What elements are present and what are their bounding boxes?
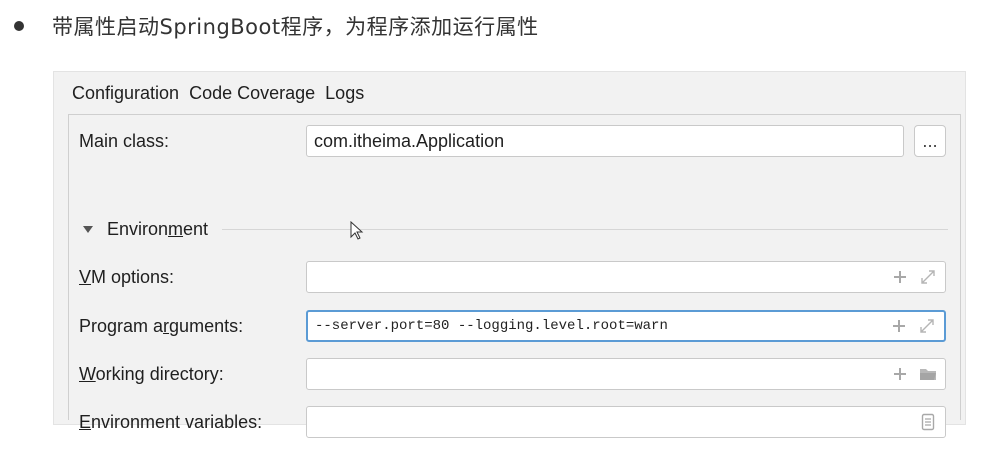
vm-options-row-content: VM options: (69, 260, 962, 294)
plus-icon[interactable] (890, 317, 908, 335)
vm-options-label: VM options: (79, 266, 175, 287)
program-arguments-label: Program arguments: (79, 315, 244, 336)
mouse-cursor-icon (350, 220, 364, 245)
main-class-browse-button[interactable]: ... (914, 125, 946, 157)
bullet-dot-icon (14, 21, 24, 31)
working-directory-row: Working directory: (69, 357, 962, 391)
working-directory-icons (891, 359, 937, 389)
vm-options-row (69, 220, 962, 254)
vm-options-input[interactable] (306, 261, 946, 293)
config-tabs: Configuration Code Coverage Logs (69, 79, 374, 118)
main-class-value: com.itheima.Application (314, 130, 505, 151)
tab-code-coverage[interactable]: Code Coverage (189, 83, 315, 110)
plus-icon[interactable] (891, 268, 909, 286)
main-class-label: Main class: (79, 130, 170, 151)
environment-variables-input[interactable] (306, 406, 946, 438)
vm-options-icons (891, 262, 937, 292)
program-arguments-input[interactable]: --server.port=80 --logging.level.root=wa… (306, 310, 946, 342)
expand-icon[interactable] (919, 268, 937, 286)
environment-variables-label: Environment variables: (79, 411, 263, 432)
document-icon[interactable] (919, 413, 937, 431)
tab-configuration[interactable]: Configuration (69, 83, 182, 118)
main-class-field[interactable]: com.itheima.Application (306, 125, 904, 157)
slide-bullet: 带属性启动SpringBoot程序，为程序添加运行属性 (14, 8, 539, 44)
expand-icon[interactable] (918, 317, 936, 335)
program-arguments-row: Program arguments: --server.port=80 --lo… (69, 309, 962, 343)
main-class-row: Main class: com.itheima.Application ... (69, 124, 962, 158)
configuration-form: Main class: com.itheima.Application ... … (68, 114, 962, 438)
run-configuration-panel: Configuration Code Coverage Logs Main cl… (53, 71, 966, 438)
plus-icon[interactable] (891, 365, 909, 383)
tab-logs[interactable]: Logs (325, 83, 364, 110)
slide-bullet-text: 带属性启动SpringBoot程序，为程序添加运行属性 (52, 15, 539, 39)
program-arguments-value: --server.port=80 --logging.level.root=wa… (315, 318, 668, 334)
working-directory-label: Working directory: (79, 363, 224, 384)
environment-variables-icons (919, 407, 937, 437)
environment-variables-row: Environment variables: (69, 405, 962, 439)
program-arguments-icons (890, 312, 936, 340)
folder-icon[interactable] (919, 365, 937, 383)
working-directory-input[interactable] (306, 358, 946, 390)
